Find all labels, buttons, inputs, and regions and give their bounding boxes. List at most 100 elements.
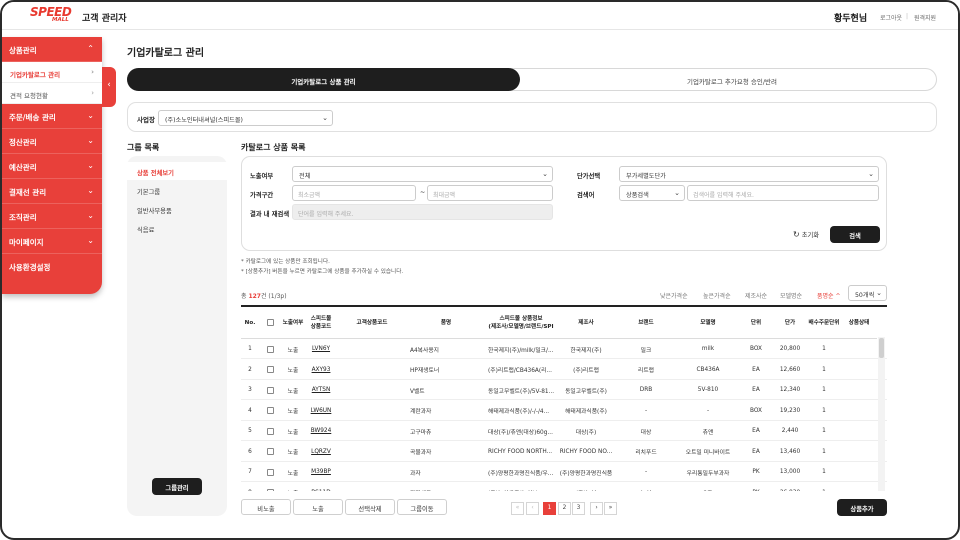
exposure-select[interactable]: 전체 ⌄ xyxy=(292,166,553,182)
select-all-checkbox[interactable] xyxy=(266,319,274,326)
refine-search-label: 결과 내 재검색 xyxy=(250,211,290,218)
table-row[interactable]: 7 노출 M39BP 과자 (주)양평한과명진식품/우... (주)양평한과명진식품 - 우리… xyxy=(241,462,887,482)
row-checkbox[interactable] xyxy=(266,489,274,491)
add-product-button[interactable]: 상품추가 xyxy=(837,499,887,516)
sidebar-item-settlement[interactable]: 정산관리 ⌄ xyxy=(2,129,102,154)
cell-col-status xyxy=(841,339,877,359)
chevron-down-icon: ⌄ xyxy=(542,170,548,178)
page-button-1[interactable]: 1 xyxy=(543,502,556,515)
sidebar-subitem-catalog[interactable]: 기업카탈로그 관리 › xyxy=(2,62,102,83)
price-max-input[interactable]: 최대금액 xyxy=(427,185,553,201)
group-manage-button[interactable]: 그룹관리 xyxy=(152,478,202,495)
cell-col-check[interactable] xyxy=(259,360,281,380)
row-checkbox[interactable] xyxy=(266,345,274,353)
logout-link[interactable]: 로그아웃 xyxy=(880,13,902,22)
price-type-select[interactable]: 부가세별도단가 ⌄ xyxy=(619,166,879,182)
page-size-select[interactable]: 50개씩 ⌄ xyxy=(848,285,887,301)
move-group-button[interactable]: 그룹이동 xyxy=(397,499,447,515)
page-first-button[interactable]: « xyxy=(511,502,524,515)
cell-col-check[interactable] xyxy=(259,421,281,441)
product-code-link[interactable]: AYTSN xyxy=(312,387,331,393)
table-row[interactable]: 3 노출 AYTSN V벨트 동일고무벨트(주)/5V-81... 동일고무벨트(주) DR… xyxy=(241,380,887,400)
reset-button[interactable]: ↻ 초기화 xyxy=(793,230,819,239)
search-input[interactable]: 검색어를 입력해 주세요. xyxy=(687,185,879,201)
tab-bar: 기업카탈로그 상품 관리 기업카탈로그 추가요청 승인/반려 xyxy=(127,68,937,91)
app-title: 고객 관리자 xyxy=(82,14,127,24)
cell-col-no: 4 xyxy=(248,407,252,414)
sort-model[interactable]: 모델명순 xyxy=(780,291,802,300)
sidebar-item-mypage[interactable]: 마이페이지 ⌄ xyxy=(2,229,102,254)
row-checkbox[interactable] xyxy=(266,427,274,435)
table-scrollbar-thumb[interactable] xyxy=(879,338,884,358)
product-code-link[interactable]: LVN6Y xyxy=(312,346,330,352)
page-button-3[interactable]: 3 xyxy=(572,502,585,515)
page-prev-button[interactable]: ‹ xyxy=(526,502,539,515)
row-checkbox[interactable] xyxy=(266,407,274,414)
table-row[interactable]: 6 노출 LQRZV 곡물과자 RICHY FOOD NORTH... RICHY FOO… xyxy=(241,442,887,462)
product-code-link[interactable]: BS11D xyxy=(311,490,330,492)
sidebar-collapse-button[interactable]: ‹ xyxy=(102,67,116,107)
cell-col-check[interactable] xyxy=(259,462,281,482)
product-code-link[interactable]: LW6UN xyxy=(311,408,332,414)
table-row[interactable]: 8 노출 BS11D 과자세트(주)농심/2종(농심)/...(주)농심농심2종PK2… xyxy=(241,483,887,492)
cell-col-customer-code xyxy=(337,442,407,462)
row-checkbox[interactable] xyxy=(266,366,274,373)
page-last-button[interactable]: » xyxy=(604,502,617,515)
table-row[interactable]: 1 노출 LVN6Y A4복사용지 한국제지(주)/milk/밀크/... 한국제지(주)… xyxy=(241,339,887,359)
sidebar-item-product-management[interactable]: 상품관리 ⌃ xyxy=(2,37,102,62)
cell-col-check[interactable] xyxy=(259,339,281,359)
table-row[interactable]: 5 노출 BW924 고구마츄 대상(주)/츄앤(대상)60g... 대상(주) 대상 츄앤 E… xyxy=(241,421,887,441)
table-row[interactable]: 2 노출 AXY93 HP재생토너 (주)리트랩/CB436A(리... (주)리트랩 리트… xyxy=(241,360,887,380)
header-col-brand: 브랜드 xyxy=(615,307,677,339)
delete-selected-button[interactable]: 선택삭제 xyxy=(345,499,395,515)
hide-button[interactable]: 비노출 xyxy=(241,499,291,515)
tab-add-requests[interactable]: 기업카탈로그 추가요청 승인/반려 xyxy=(528,69,936,90)
cell-col-check[interactable] xyxy=(259,483,281,491)
product-code-link[interactable]: AXY93 xyxy=(312,367,331,373)
cell-col-exposure: 노출 xyxy=(287,347,299,354)
row-checkbox[interactable] xyxy=(266,386,274,394)
expose-button[interactable]: 노출 xyxy=(293,499,343,515)
product-code-link[interactable]: M39BP xyxy=(311,469,331,475)
tab-catalog-products[interactable]: 기업카탈로그 상품 관리 xyxy=(127,68,520,91)
business-select[interactable]: (주)소노인터내셔널(스피드몰) ⌄ xyxy=(158,110,333,126)
page-button-2[interactable]: 2 xyxy=(558,502,571,515)
header-col-check[interactable] xyxy=(259,307,281,339)
row-checkbox[interactable] xyxy=(266,468,274,476)
cell-col-model: - xyxy=(706,407,710,414)
sort-high-price[interactable]: 높은가격순 xyxy=(703,291,731,300)
table-row[interactable]: 4 노출 LW6UN 계란과자 해태제과식품(주)/-/-/4... 해태제과식품(주) -… xyxy=(241,401,887,421)
group-item-food-beverage[interactable]: 식음료 xyxy=(137,225,154,234)
sidebar-subitem-quote-status[interactable]: 견적 요청현황 › xyxy=(2,83,102,104)
group-item-all[interactable]: 상품 전체보기 xyxy=(137,168,174,177)
sidebar-item-approval-line[interactable]: 결재선 관리 ⌄ xyxy=(2,179,102,204)
sort-low-price[interactable]: 낮은가격순 xyxy=(660,291,688,300)
group-item-default[interactable]: 기본그룹 xyxy=(137,187,160,196)
refine-search-input[interactable]: 단어를 입력해 주세요. xyxy=(292,204,553,220)
price-min-input[interactable]: 최소금액 xyxy=(292,185,416,201)
sidebar-item-organization[interactable]: 조직관리 ⌄ xyxy=(2,204,102,229)
speedmall-logo[interactable]: SPEED MALL xyxy=(30,6,74,26)
search-type-select[interactable]: 상품검색 ⌄ xyxy=(619,185,685,201)
table-scrollbar[interactable] xyxy=(878,337,885,491)
search-button[interactable]: 검색 xyxy=(830,226,880,243)
sidebar-item-order-delivery[interactable]: 주문/배송 관리 ⌄ xyxy=(2,104,102,129)
cell-col-exposure: 노출 xyxy=(287,388,299,395)
cell-col-check[interactable] xyxy=(259,442,281,462)
cell-col-code: BW924 xyxy=(305,421,337,441)
group-item-office-supplies[interactable]: 일반사무용품 xyxy=(137,206,172,215)
row-checkbox[interactable] xyxy=(266,448,274,455)
sidebar-item-budget[interactable]: 예산관리 ⌄ xyxy=(2,154,102,179)
sidebar-item-environment[interactable]: 사용환경설정 xyxy=(2,254,102,279)
cell-col-check[interactable] xyxy=(259,380,281,400)
product-code-link[interactable]: BW924 xyxy=(311,428,332,434)
cell-col-check[interactable] xyxy=(259,401,281,421)
remote-support-link[interactable]: 원격지원 xyxy=(914,13,936,22)
cell-col-model: 우리통밀두부과자 xyxy=(686,470,730,477)
sort-maker[interactable]: 제조사순 xyxy=(745,291,767,300)
product-code-link[interactable]: LQRZV xyxy=(311,449,331,455)
cell-col-customer-code xyxy=(337,380,407,400)
page-next-button[interactable]: › xyxy=(590,502,603,515)
cell-col-price: 20,800 xyxy=(779,346,801,352)
sort-name[interactable]: 품명순 ^ xyxy=(817,291,841,300)
